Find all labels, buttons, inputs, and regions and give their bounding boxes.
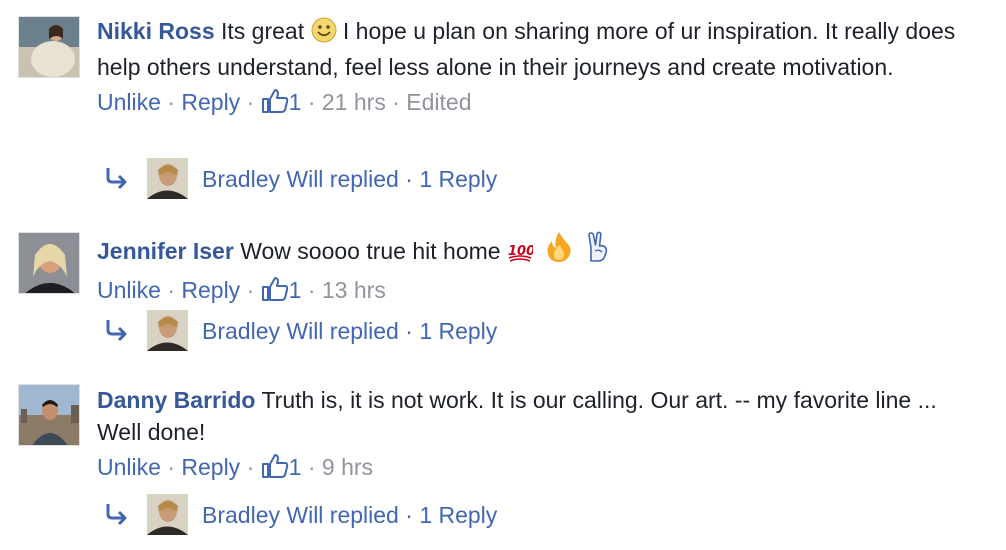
comment-author[interactable]: Jennifer Iser [97,238,234,264]
comment-jennifer-iser: Jennifer Iser Wow soooo true hit home 10… [0,210,1006,370]
reply-arrow-icon [105,316,129,344]
reply-count[interactable]: 1 Reply [419,166,497,192]
reply-arrow-icon [105,500,129,528]
reply-count[interactable]: 1 Reply [419,318,497,344]
comment-author[interactable]: Nikki Ross [97,18,215,44]
thumbs-up-icon[interactable] [261,88,289,122]
avatar[interactable] [147,158,188,199]
separator: · [167,89,175,115]
comment-actions: Unlike · Reply · 1 · 21 hrs · Edited [97,86,966,122]
unlike-link[interactable]: Unlike [97,454,161,480]
timestamp[interactable]: 9 hrs [322,454,373,480]
comment-text-start: Its great [221,18,305,44]
like-count[interactable]: 1 [289,277,302,303]
replied-summary[interactable]: Bradley Will replied [202,318,399,344]
comment-author[interactable]: Danny Barrido [97,387,255,413]
timestamp[interactable]: 13 hrs [322,277,386,303]
separator: · [405,502,413,528]
comment-text: Jennifer Iser Wow soooo true hit home 10… [97,231,966,271]
replies-text[interactable]: Bradley Will replied · 1 Reply [202,499,497,531]
avatar[interactable] [18,384,80,446]
separator: · [167,454,175,480]
separator: · [167,277,175,303]
comment-actions: Unlike · Reply · 1 · 13 hrs [97,274,966,310]
edited-label[interactable]: Edited [406,89,471,115]
thumbs-up-icon[interactable] [261,276,289,310]
reply-link[interactable]: Reply [181,89,240,115]
separator: · [246,89,255,115]
comment-actions: Unlike · Reply · 1 · 9 hrs [97,451,966,487]
avatar[interactable] [147,310,188,351]
separator: · [246,454,255,480]
separator: · [392,89,400,115]
replies-text[interactable]: Bradley Will replied · 1 Reply [202,163,497,195]
reply-link[interactable]: Reply [181,454,240,480]
thumbs-up-icon[interactable] [261,453,289,487]
reply-link[interactable]: Reply [181,277,240,303]
separator: · [307,89,316,115]
comment-body: Jennifer Iser Wow soooo true hit home 10… [97,231,966,310]
comment-text: Danny Barrido Truth is, it is not work. … [97,384,966,448]
unlike-link[interactable]: Unlike [97,277,161,303]
comment-text-start: Wow soooo true hit home [240,238,501,264]
separator: · [405,318,413,344]
separator: · [246,277,255,303]
timestamp[interactable]: 21 hrs [322,89,386,115]
like-count[interactable]: 1 [289,89,302,115]
fire-icon [545,231,573,271]
smile-emoji-icon [311,17,337,51]
separator: · [405,166,413,192]
replied-summary[interactable]: Bradley Will replied [202,502,399,528]
comment-body: Nikki Ross Its great I hope u plan on sh… [97,15,966,122]
comment-danny-barrido: Danny Barrido Truth is, it is not work. … [0,370,1006,550]
reply-count[interactable]: 1 Reply [419,502,497,528]
comment-text: Nikki Ross Its great I hope u plan on sh… [97,15,966,83]
avatar[interactable] [18,16,80,78]
reply-arrow-icon [105,164,129,192]
hundred-points-icon: 100 [507,239,535,271]
unlike-link[interactable]: Unlike [97,89,161,115]
like-count[interactable]: 1 [289,454,302,480]
separator: · [307,277,316,303]
victory-hand-icon [586,231,610,271]
separator: · [307,454,316,480]
avatar[interactable] [147,494,188,535]
replied-summary[interactable]: Bradley Will replied [202,166,399,192]
avatar[interactable] [18,232,80,294]
replies-text[interactable]: Bradley Will replied · 1 Reply [202,315,497,347]
comment-body: Danny Barrido Truth is, it is not work. … [97,384,966,487]
comment-nikki-ross: Nikki Ross Its great I hope u plan on sh… [0,0,1006,210]
